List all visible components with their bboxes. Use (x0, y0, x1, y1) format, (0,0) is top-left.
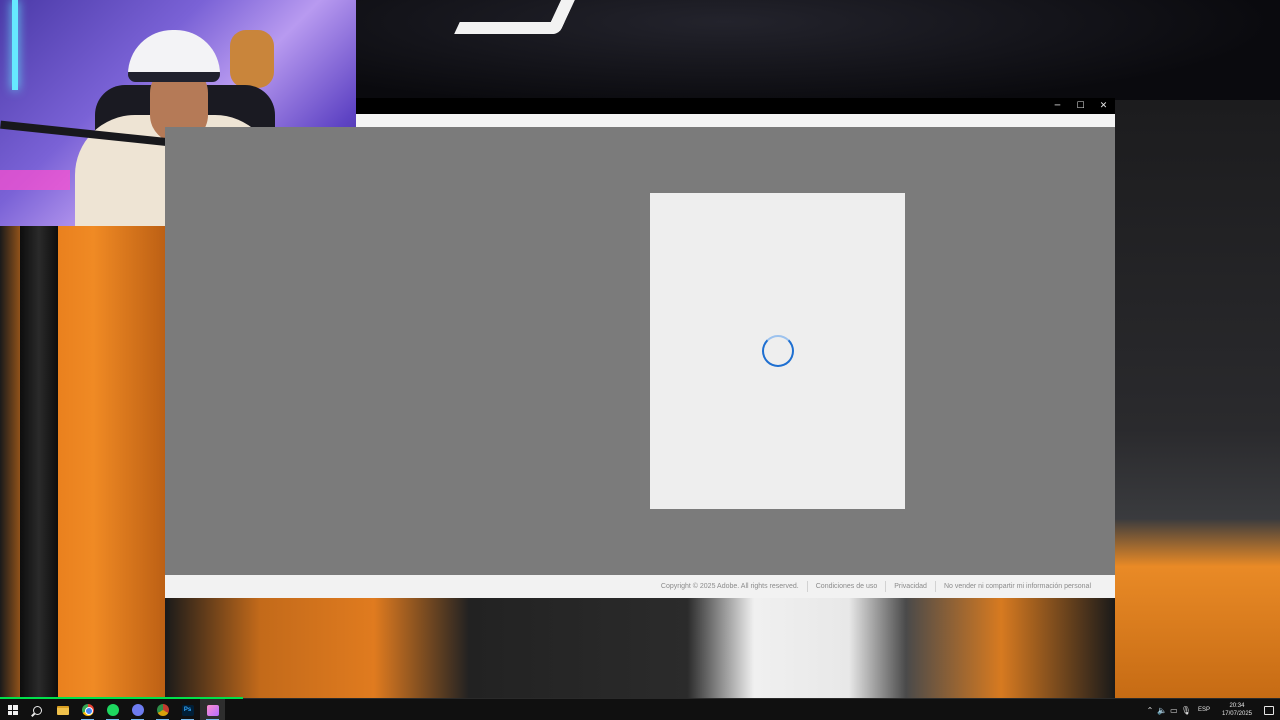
loading-spinner-icon (762, 335, 794, 367)
window-controls: ─ ☐ ✕ (1046, 98, 1115, 114)
clock-time: 20:34 (1229, 703, 1245, 709)
chrome-alt-icon (156, 704, 169, 716)
door-pillar (20, 225, 58, 698)
window-titlebar[interactable]: ─ ☐ ✕ (356, 98, 1115, 114)
streamer-cap (128, 30, 220, 82)
taskbar: Ps ⌃ 🔈 ▭ 🎙 ESP 20:34 17/07/2025 (0, 697, 1280, 720)
car-interior-bottom (165, 598, 1115, 698)
clock-date: 17/07/2025 (1221, 711, 1252, 717)
chrome-alt-button[interactable] (150, 699, 175, 720)
neon-light (12, 0, 18, 90)
spotify-icon (106, 704, 119, 716)
start-button[interactable] (0, 699, 25, 720)
network-icon[interactable]: ▭ (1168, 706, 1180, 715)
search-button[interactable] (25, 699, 50, 720)
window-content (165, 127, 1115, 575)
photoshop-button[interactable]: Ps (175, 699, 200, 720)
login-dialog (650, 193, 905, 509)
volume-icon[interactable]: 🔈 (1156, 706, 1168, 715)
notifications-button[interactable] (1258, 699, 1280, 720)
chrome-icon (81, 704, 94, 716)
privacy-link[interactable]: Privacidad (886, 583, 935, 590)
minimize-button[interactable]: ─ (1046, 98, 1069, 114)
maximize-button[interactable]: ☐ (1069, 98, 1092, 114)
close-button[interactable]: ✕ (1092, 98, 1115, 114)
folder-icon (56, 705, 69, 715)
active-app-button[interactable] (200, 699, 225, 720)
language-indicator[interactable]: ESP (1192, 707, 1216, 713)
car-logo (454, 0, 575, 34)
chrome-button[interactable] (75, 699, 100, 720)
window-footer: Copyright © 2025 Adobe. All rights reser… (165, 575, 1115, 598)
terms-link[interactable]: Condiciones de uso (808, 583, 886, 590)
windows-start-icon (7, 705, 18, 715)
led-strip (0, 170, 70, 190)
file-explorer-button[interactable] (50, 699, 75, 720)
clock[interactable]: 20:34 17/07/2025 (1216, 702, 1258, 718)
spotify-button[interactable] (100, 699, 125, 720)
microphone-icon[interactable]: 🎙 (1180, 706, 1192, 715)
copyright-text: Copyright © 2025 Adobe. All rights reser… (660, 583, 799, 590)
do-not-sell-link[interactable]: No vender ni compartir mi información pe… (936, 583, 1099, 590)
taskbar-apps: Ps (0, 699, 225, 720)
photoshop-icon: Ps (181, 704, 194, 716)
notification-icon (1264, 705, 1274, 715)
app-icon (206, 704, 219, 716)
window-header-bar (356, 114, 1115, 127)
discord-button[interactable] (125, 699, 150, 720)
poster-figure (230, 30, 274, 88)
discord-icon (131, 704, 144, 716)
chevron-up-icon[interactable]: ⌃ (1144, 706, 1156, 715)
search-icon (33, 705, 42, 715)
car-door-right (1115, 100, 1280, 698)
system-tray: ⌃ 🔈 ▭ 🎙 ESP 20:34 17/07/2025 (1144, 699, 1280, 720)
